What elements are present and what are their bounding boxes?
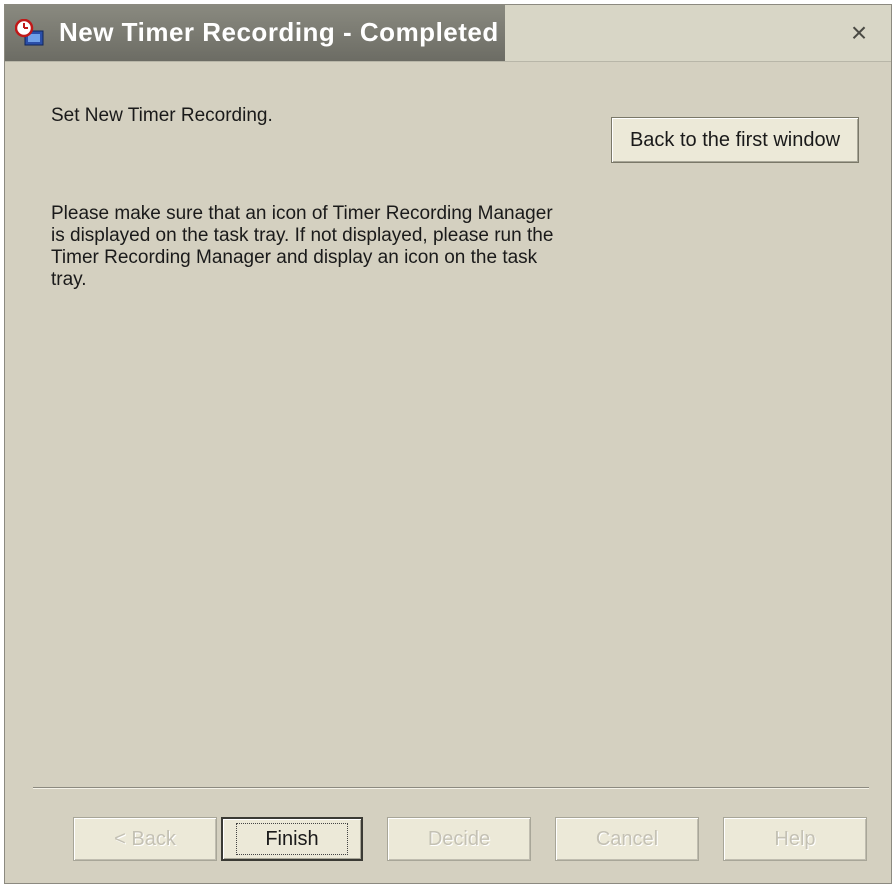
cancel-button[interactable]: Cancel — [555, 817, 699, 861]
title-bar: New Timer Recording - Completed × — [5, 5, 891, 62]
title-tab: New Timer Recording - Completed — [5, 5, 505, 61]
close-icon[interactable]: × — [841, 15, 877, 51]
status-text: Set New Timer Recording. — [51, 105, 273, 126]
finish-label: Finish — [236, 822, 348, 855]
dialog-window: New Timer Recording - Completed × Set Ne… — [4, 4, 892, 884]
decide-button[interactable]: Decide — [387, 817, 531, 861]
help-button[interactable]: Help — [723, 817, 867, 861]
back-to-first-window-button[interactable]: Back to the first window — [611, 117, 859, 163]
timer-recording-icon — [15, 19, 44, 46]
footer-separator — [33, 787, 869, 789]
window-title: New Timer Recording - Completed — [59, 17, 499, 47]
finish-button[interactable]: Finish — [221, 817, 363, 861]
info-text: Please make sure that an icon of Timer R… — [51, 203, 554, 290]
back-button[interactable]: < Back — [73, 817, 217, 861]
